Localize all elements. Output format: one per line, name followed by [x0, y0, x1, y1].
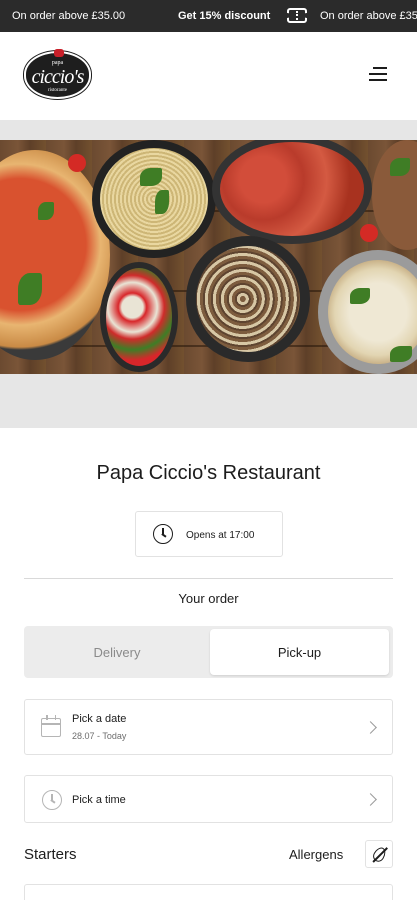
- logo-sub-text: ristorante: [48, 88, 67, 93]
- site-header: papa ciccio's ristorante: [0, 32, 417, 120]
- restaurant-name: Papa Ciccio's Restaurant: [96, 462, 321, 484]
- restaurant-logo[interactable]: papa ciccio's ristorante: [24, 49, 91, 99]
- menu-section-title: Starters: [24, 846, 77, 863]
- date-picker-value: 28.07 - Today: [72, 731, 127, 741]
- clock-icon: [153, 524, 173, 544]
- promo-discount-text: Get 15% discount: [178, 10, 271, 22]
- promo-text-repeat: On order above £35.00: [320, 10, 417, 22]
- opening-hours-badge: Opens at 17:00: [135, 511, 283, 557]
- time-picker[interactable]: Pick a time: [24, 775, 393, 823]
- clock-icon: [42, 790, 62, 810]
- time-picker-label: Pick a time: [72, 794, 126, 806]
- bowl-image: [372, 140, 417, 250]
- delivery-option[interactable]: Delivery: [24, 626, 210, 678]
- chevron-right-icon: [364, 721, 377, 734]
- calendar-icon: [41, 715, 61, 737]
- menu-item-card[interactable]: [24, 884, 393, 900]
- caprese-image: [100, 262, 178, 372]
- allergen-filter-button[interactable]: [365, 840, 393, 868]
- chevron-right-icon: [364, 793, 377, 806]
- spaghetti-image: [92, 140, 216, 258]
- order-mode-toggle: Delivery Pick-up: [24, 626, 393, 678]
- section-divider: [24, 578, 393, 579]
- mushroom-pasta-image: [186, 236, 310, 362]
- logo-flag: [54, 49, 64, 57]
- ticket-icon: [285, 8, 309, 23]
- logo-name-text: ciccio's: [31, 66, 85, 88]
- carpaccio-image: [212, 140, 372, 244]
- date-picker-label: Pick a date: [72, 713, 127, 725]
- promo-text: On order above £35.00: [12, 10, 126, 22]
- date-picker[interactable]: Pick a date 28.07 - Today: [24, 699, 393, 755]
- hamburger-menu-icon[interactable]: [369, 67, 387, 81]
- pickup-option[interactable]: Pick-up: [210, 629, 389, 675]
- allergens-label: Allergens: [289, 847, 344, 862]
- promo-ticker: On order above £35.00 Get 15% discount O…: [0, 0, 417, 32]
- hero-food-image: [0, 140, 417, 374]
- opening-hours-text: Opens at 17:00: [186, 530, 255, 541]
- your-order-heading: Your order: [178, 591, 239, 606]
